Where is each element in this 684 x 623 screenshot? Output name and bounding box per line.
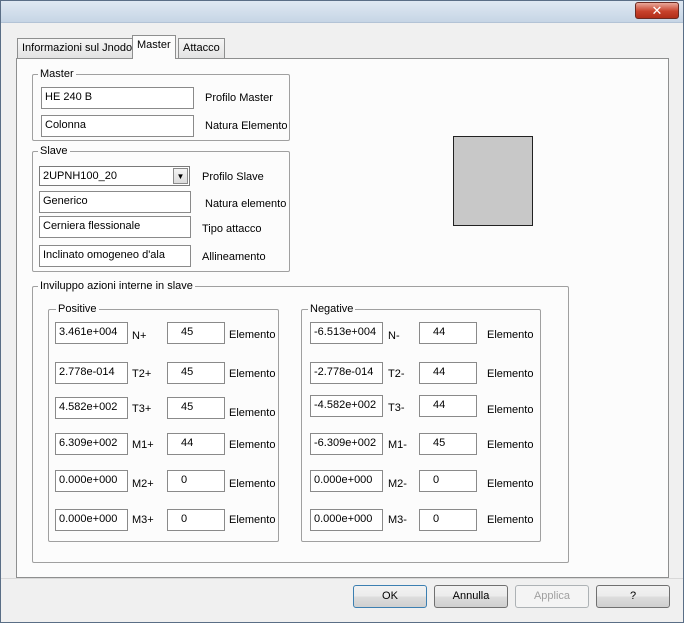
element-label: Elemento (487, 368, 534, 380)
title-bar: ✕ (1, 1, 683, 23)
positive-group-title: Positive (56, 303, 99, 315)
label-m3-plus: M3+ (132, 514, 154, 526)
natura-master-label: Natura Elemento (205, 120, 288, 132)
element-field-t2-plus[interactable]: 45 (167, 362, 225, 384)
close-button[interactable]: ✕ (635, 2, 679, 19)
element-label: Elemento (487, 404, 534, 416)
element-field-t3-plus[interactable]: 45 (167, 397, 225, 419)
element-field-m1-plus[interactable]: 44 (167, 433, 225, 455)
profilo-slave-select[interactable]: 2UPNH100_20 ▼ (39, 166, 190, 186)
natura-slave-field[interactable]: Generico (39, 191, 191, 213)
close-icon: ✕ (651, 3, 663, 18)
value-field-t3-minus[interactable]: -4.582e+002 (310, 395, 383, 417)
element-label: Elemento (229, 478, 276, 490)
element-label: Elemento (487, 514, 534, 526)
master-group-title: Master (38, 68, 76, 80)
label-n-plus: N+ (132, 330, 147, 342)
profilo-slave-value: 2UPNH100_20 (43, 170, 117, 182)
profile-preview (453, 136, 533, 226)
label-t2-minus: T2- (388, 368, 405, 380)
value-field-t2-plus[interactable]: 2.778e-014 (55, 362, 128, 384)
element-field-m3-plus[interactable]: 0 (167, 509, 225, 531)
tab-attacco[interactable]: Attacco (178, 38, 225, 58)
profilo-master-label: Profilo Master (205, 92, 273, 104)
label-m2-minus: M2- (388, 478, 407, 490)
value-field-m2-minus[interactable]: 0.000e+000 (310, 470, 383, 492)
value-field-m3-plus[interactable]: 0.000e+000 (55, 509, 128, 531)
element-field-n-plus[interactable]: 45 (167, 322, 225, 344)
value-field-m2-plus[interactable]: 0.000e+000 (55, 470, 128, 492)
value-field-m1-minus[interactable]: -6.309e+002 (310, 433, 383, 455)
profilo-master-field[interactable]: HE 240 B (41, 87, 194, 109)
element-label: Elemento (229, 407, 276, 419)
label-m2-plus: M2+ (132, 478, 154, 490)
element-label: Elemento (229, 368, 276, 380)
annulla-button[interactable]: Annulla (434, 585, 508, 608)
dialog-window: ✕ Informazioni sul Jnodo Master Attacco … (0, 0, 684, 623)
value-field-t2-minus[interactable]: -2.778e-014 (310, 362, 383, 384)
label-m1-plus: M1+ (132, 439, 154, 451)
applica-button[interactable]: Applica (515, 585, 589, 608)
element-label: Elemento (487, 439, 534, 451)
chevron-down-icon[interactable]: ▼ (173, 168, 188, 184)
element-field-t2-minus[interactable]: 44 (419, 362, 477, 384)
button-bar-divider (1, 578, 683, 579)
value-field-m1-plus[interactable]: 6.309e+002 (55, 433, 128, 455)
element-field-m2-minus[interactable]: 0 (419, 470, 477, 492)
element-label: Elemento (229, 439, 276, 451)
tab-label: Informazioni sul Jnodo (22, 42, 133, 54)
tab-master[interactable]: Master (132, 35, 176, 59)
label-m1-minus: M1- (388, 439, 407, 451)
tab-informazioni[interactable]: Informazioni sul Jnodo (17, 38, 138, 58)
ok-button[interactable]: OK (353, 585, 427, 608)
element-label: Elemento (487, 329, 534, 341)
element-field-m2-plus[interactable]: 0 (167, 470, 225, 492)
profilo-slave-label: Profilo Slave (202, 171, 264, 183)
element-label: Elemento (229, 514, 276, 526)
label-t3-minus: T3- (388, 402, 405, 414)
label-n-minus: N- (388, 330, 400, 342)
element-field-n-minus[interactable]: 44 (419, 322, 477, 344)
element-field-m1-minus[interactable]: 45 (419, 433, 477, 455)
value-field-n-plus[interactable]: 3.461e+004 (55, 322, 128, 344)
element-field-t3-minus[interactable]: 44 (419, 395, 477, 417)
tab-label: Attacco (183, 42, 220, 54)
label-t3-plus: T3+ (132, 403, 152, 415)
natura-master-field[interactable]: Colonna (41, 115, 194, 137)
allineamento-field[interactable]: Inclinato omogeneo d'ala (39, 245, 191, 267)
tab-label: Master (137, 39, 171, 51)
label-m3-minus: M3- (388, 514, 407, 526)
value-field-m3-minus[interactable]: 0.000e+000 (310, 509, 383, 531)
label-t2-plus: T2+ (132, 368, 152, 380)
natura-slave-label: Natura elemento (205, 198, 287, 210)
element-label: Elemento (229, 329, 276, 341)
negative-group-title: Negative (308, 303, 356, 315)
tipo-attacco-field[interactable]: Cerniera flessionale (39, 216, 191, 238)
tipo-attacco-label: Tipo attacco (202, 223, 262, 235)
element-field-m3-minus[interactable]: 0 (419, 509, 477, 531)
allineamento-label: Allineamento (202, 251, 266, 263)
help-button[interactable]: ? (596, 585, 670, 608)
element-label: Elemento (487, 478, 534, 490)
inviluppo-group-title: Inviluppo azioni interne in slave (38, 280, 195, 292)
value-field-n-minus[interactable]: -6.513e+004 (310, 322, 383, 344)
slave-group-title: Slave (38, 145, 70, 157)
value-field-t3-plus[interactable]: 4.582e+002 (55, 397, 128, 419)
